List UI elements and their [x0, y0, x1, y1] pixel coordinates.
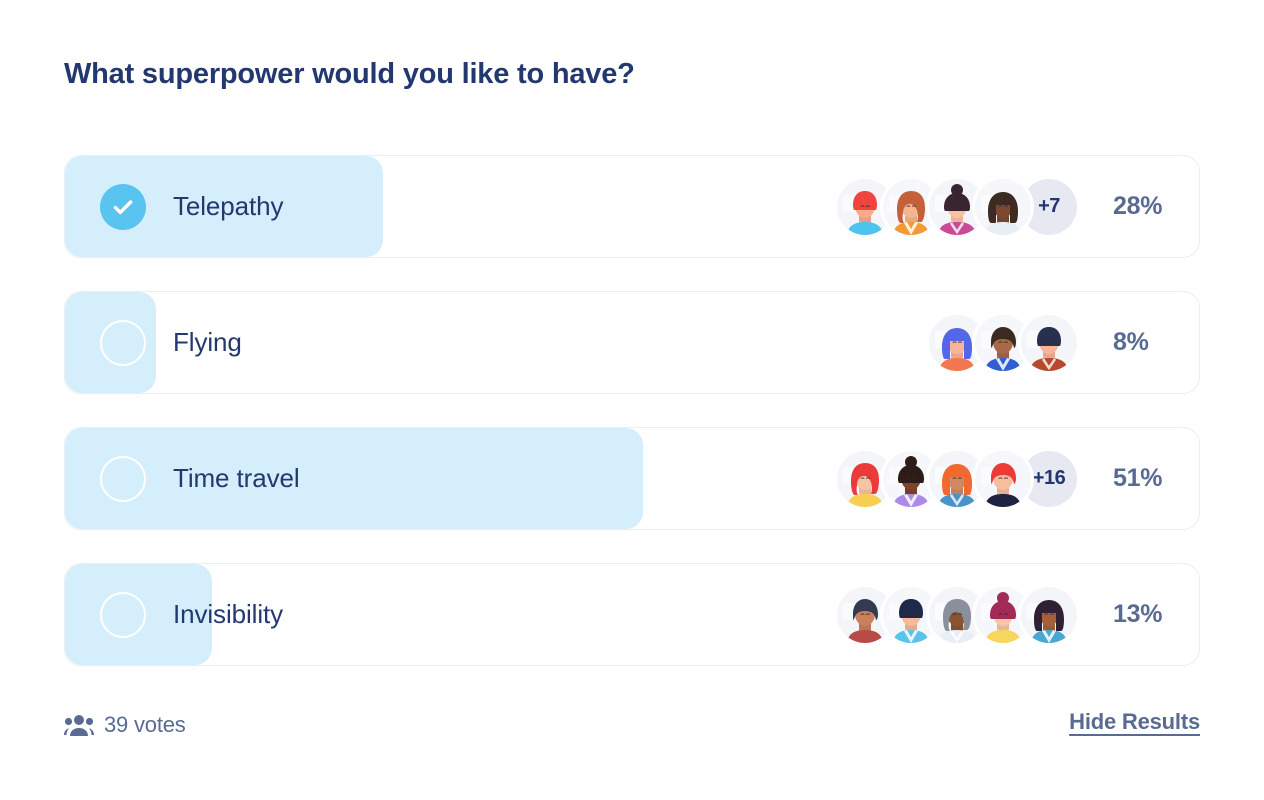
- voter-avatar-group: [929, 314, 1077, 371]
- page-title: What superpower would you like to have?: [64, 58, 635, 90]
- poll-option-percentage: 13%: [1113, 600, 1163, 628]
- radio-empty-icon[interactable]: [100, 455, 146, 502]
- avatar: [1021, 586, 1077, 643]
- check-circle-icon[interactable]: [100, 183, 146, 230]
- poll-option-row[interactable]: Flying 8%: [64, 291, 1200, 394]
- people-group-icon: [64, 713, 94, 737]
- poll-option-percentage: 51%: [1113, 464, 1163, 492]
- poll-option-row[interactable]: Invisibility 13%: [64, 563, 1200, 666]
- avatar: [1021, 314, 1077, 371]
- voter-avatar-group: +7: [837, 178, 1077, 235]
- voter-avatar-group: +16: [837, 450, 1077, 507]
- avatar: [975, 178, 1031, 235]
- poll-option-row[interactable]: Telepathy +7 28%: [64, 155, 1200, 258]
- poll-option-label: Time travel: [173, 463, 300, 493]
- voter-avatar-group: [837, 586, 1077, 643]
- poll-option-percentage: 8%: [1113, 328, 1149, 356]
- poll-footer: 39 votes Hide Results: [64, 705, 1200, 745]
- poll-option-content: Telepathy +7 28%: [65, 156, 1199, 257]
- vote-count: 39 votes: [64, 705, 186, 745]
- hide-results-link[interactable]: Hide Results: [1069, 705, 1200, 745]
- radio-empty-icon[interactable]: [100, 591, 146, 638]
- poll-option-label: Flying: [173, 327, 242, 357]
- radio-empty-icon[interactable]: [100, 319, 146, 366]
- vote-count-label: 39 votes: [104, 712, 186, 737]
- avatar: [975, 450, 1031, 507]
- poll-option-percentage: 28%: [1113, 192, 1163, 220]
- poll-option-label: Telepathy: [173, 191, 284, 221]
- poll-option-content: Time travel +16 51%: [65, 428, 1199, 529]
- poll-card: What superpower would you like to have? …: [0, 0, 1264, 800]
- poll-option-row[interactable]: Time travel +16 51%: [64, 427, 1200, 530]
- poll-option-label: Invisibility: [173, 599, 284, 629]
- poll-options-list: Telepathy +7 28% Flying 8% Time travel +16 51% I…: [64, 155, 1200, 699]
- poll-option-content: Flying 8%: [65, 292, 1199, 393]
- poll-option-content: Invisibility 13%: [65, 564, 1199, 665]
